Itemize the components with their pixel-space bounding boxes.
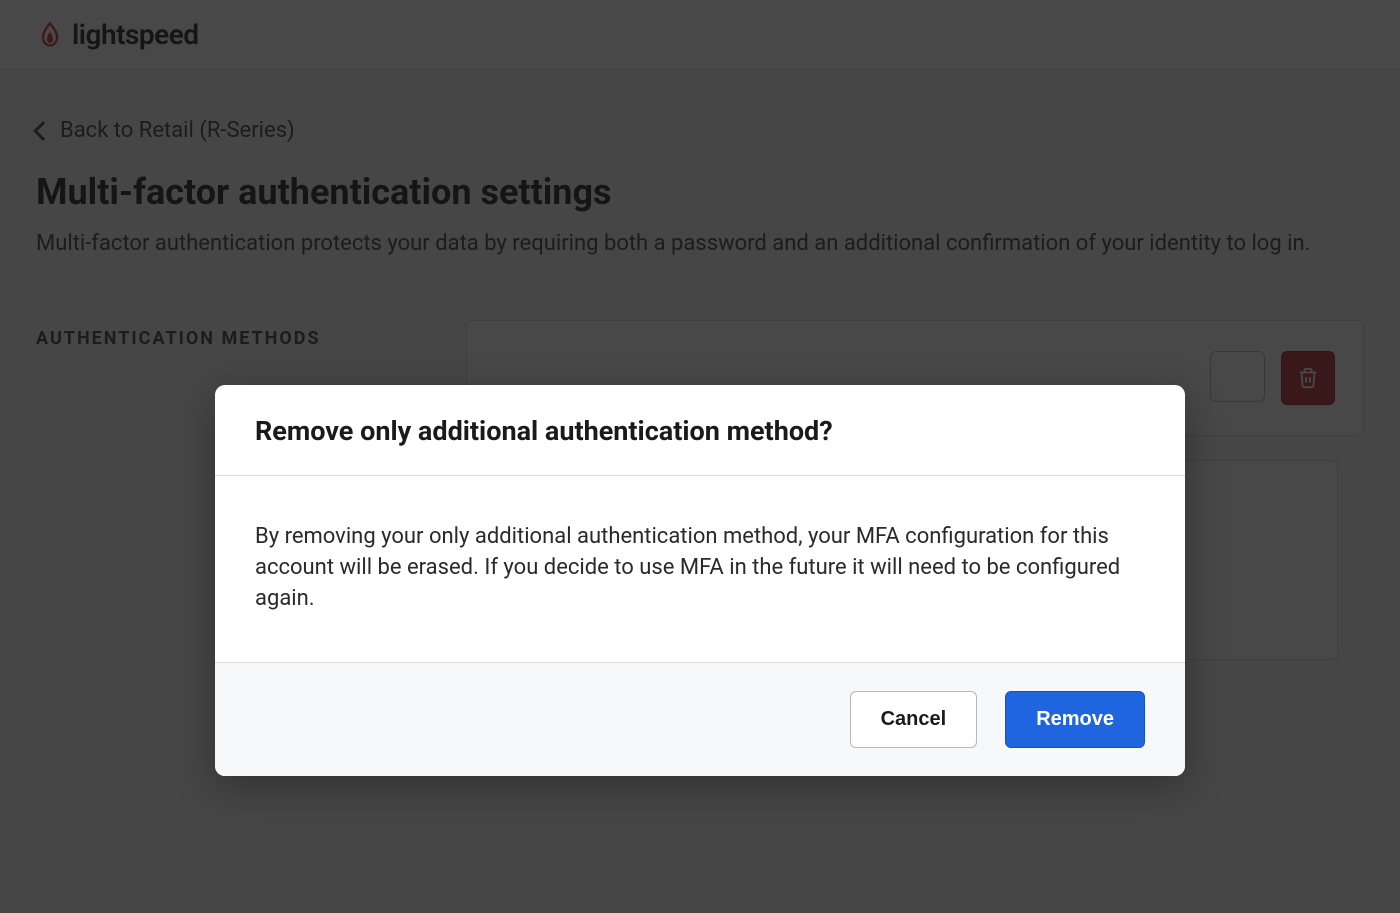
modal-overlay[interactable]: Remove only additional authentication me… — [0, 0, 1400, 913]
modal-header: Remove only additional authentication me… — [215, 385, 1185, 476]
modal-footer: Cancel Remove — [215, 663, 1185, 776]
modal-title: Remove only additional authentication me… — [255, 415, 1145, 447]
confirm-remove-modal: Remove only additional authentication me… — [215, 385, 1185, 776]
remove-button[interactable]: Remove — [1005, 691, 1145, 748]
modal-body: By removing your only additional authent… — [215, 476, 1185, 663]
modal-body-text: By removing your only additional authent… — [255, 522, 1145, 614]
cancel-button[interactable]: Cancel — [850, 691, 978, 748]
